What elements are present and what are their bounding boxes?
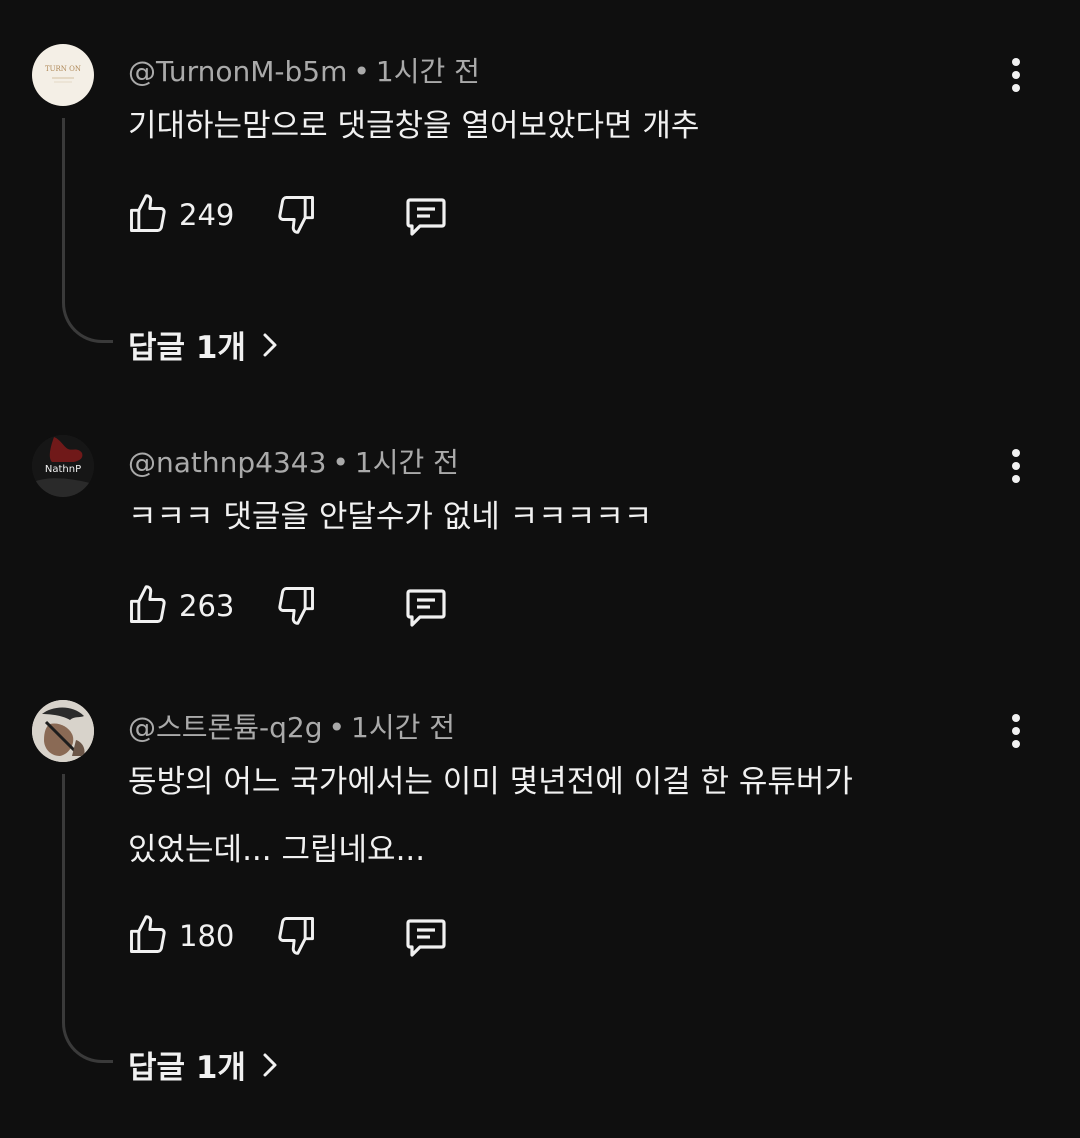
like-button[interactable] bbox=[126, 913, 170, 957]
comment-icon bbox=[406, 198, 446, 236]
chevron-right-icon bbox=[263, 1053, 277, 1076]
thumbs-up-icon bbox=[130, 585, 166, 623]
comment-text: 동방의 어느 국가에서는 이미 몇년전에 이걸 한 유튜버가 있었는데... 그… bbox=[128, 748, 853, 884]
meta-separator: • bbox=[353, 55, 370, 88]
view-replies-button[interactable]: 답글 1개 bbox=[128, 1042, 280, 1087]
comment-author[interactable]: @TurnonM-b5m bbox=[128, 55, 347, 88]
comment-author[interactable]: @스트론튬-q2g bbox=[128, 711, 323, 744]
avatar-logo-text: TURN ON bbox=[45, 65, 81, 73]
comment-meta: @nathnp4343 • 1시간 전 bbox=[128, 441, 459, 481]
comment-meta: @스트론튬-q2g • 1시간 전 bbox=[128, 706, 455, 746]
view-replies-button[interactable]: 답글 1개 bbox=[128, 322, 280, 367]
comment-icon bbox=[406, 589, 446, 627]
thumbs-down-icon bbox=[278, 917, 314, 955]
thumbs-down-icon bbox=[278, 587, 314, 625]
replies-label: 답글 1개 bbox=[128, 1050, 246, 1086]
more-vert-icon[interactable] bbox=[1000, 56, 1032, 96]
meta-separator: • bbox=[332, 446, 349, 479]
avatar[interactable] bbox=[32, 700, 94, 762]
reply-button[interactable] bbox=[402, 913, 450, 961]
thread-line bbox=[62, 118, 113, 343]
thumbs-up-icon bbox=[130, 194, 166, 232]
comment-actions: 249 bbox=[126, 192, 486, 240]
thread-line bbox=[62, 774, 113, 1063]
thumbs-down-icon bbox=[278, 196, 314, 234]
comment-actions: 263 bbox=[126, 583, 486, 631]
like-button[interactable] bbox=[126, 192, 170, 236]
more-vert-icon[interactable] bbox=[1000, 447, 1032, 487]
dislike-button[interactable] bbox=[274, 192, 318, 236]
avatar-logo-icon: NathnP bbox=[32, 435, 94, 497]
avatar-logo-icon bbox=[32, 700, 94, 762]
comment-meta: @TurnonM-b5m • 1시간 전 bbox=[128, 50, 480, 90]
comment-time[interactable]: 1시간 전 bbox=[351, 711, 455, 744]
comment-text: 기대하는맘으로 댓글창을 열어보았다면 개추 bbox=[128, 92, 699, 160]
like-count: 180 bbox=[179, 919, 235, 953]
like-button[interactable] bbox=[126, 583, 170, 627]
dislike-button[interactable] bbox=[274, 583, 318, 627]
comment-icon bbox=[406, 919, 446, 957]
comment-actions: 180 bbox=[126, 913, 486, 961]
more-vert-icon[interactable] bbox=[1000, 712, 1032, 752]
comment-text-line: ㅋㅋㅋ 댓글을 안달수가 없네 ㅋㅋㅋㅋㅋ bbox=[128, 499, 653, 535]
comment-text-line: 동방의 어느 국가에서는 이미 몇년전에 이걸 한 유튜버가 bbox=[128, 764, 853, 800]
thumbs-up-icon bbox=[130, 915, 166, 953]
avatar-logo-text: NathnP bbox=[45, 464, 81, 475]
avatar[interactable]: TURN ON bbox=[32, 44, 94, 106]
comment-author[interactable]: @nathnp4343 bbox=[128, 446, 326, 479]
reply-button[interactable] bbox=[402, 192, 450, 240]
like-count: 263 bbox=[179, 589, 235, 623]
comment-text: ㅋㅋㅋ 댓글을 안달수가 없네 ㅋㅋㅋㅋㅋ bbox=[128, 483, 652, 551]
chevron-right-icon bbox=[263, 333, 277, 356]
comment-text-line: 기대하는맘으로 댓글창을 열어보았다면 개추 bbox=[128, 108, 700, 144]
comment-time[interactable]: 1시간 전 bbox=[355, 446, 459, 479]
reply-button[interactable] bbox=[402, 583, 450, 631]
avatar-logo-icon: TURN ON bbox=[45, 65, 81, 83]
like-count: 249 bbox=[179, 198, 235, 232]
comment-text-line: 있었는데... 그립네요... bbox=[128, 832, 426, 868]
replies-label: 답글 1개 bbox=[128, 330, 246, 366]
dislike-button[interactable] bbox=[274, 913, 318, 957]
meta-separator: • bbox=[328, 711, 346, 744]
comment-time[interactable]: 1시간 전 bbox=[376, 55, 480, 88]
avatar[interactable]: NathnP bbox=[32, 435, 94, 497]
